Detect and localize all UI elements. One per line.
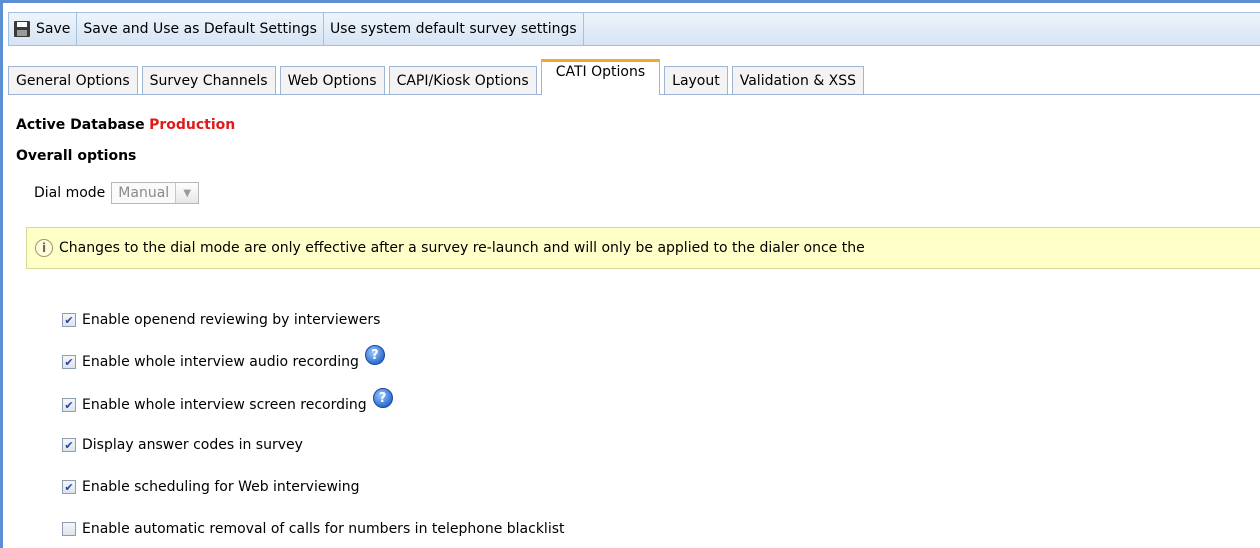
checkbox-web-scheduling[interactable]: ✔ (62, 480, 76, 494)
help-icon[interactable]: ? (372, 388, 393, 408)
save-label: Save (36, 21, 71, 37)
checkbox-openend-reviewing[interactable]: ✔ (62, 313, 76, 327)
option-label: Enable whole interview audio recording (82, 354, 359, 370)
option-label: Enable whole interview screen recording (82, 397, 367, 413)
option-display-answer-codes: ✔ Display answer codes in survey (62, 437, 303, 453)
notice-text: Changes to the dial mode are only effect… (59, 240, 865, 256)
dial-mode-notice: i Changes to the dial mode are only effe… (26, 227, 1260, 269)
use-system-default-button[interactable]: Use system default survey settings (324, 13, 584, 45)
option-audio-recording: ✔ Enable whole interview audio recording… (62, 345, 385, 370)
option-label: Enable openend reviewing by interviewers (82, 312, 381, 328)
save-as-default-button[interactable]: Save and Use as Default Settings (77, 13, 324, 45)
toolbar: Save Save and Use as Default Settings Us… (8, 12, 1260, 46)
dial-mode-row: Dial mode Manual ▼ (34, 182, 200, 204)
dial-mode-value: Manual (118, 185, 170, 201)
tab-web-options[interactable]: Web Options (279, 66, 385, 94)
tab-validation-xss[interactable]: Validation & XSS (731, 66, 865, 94)
tab-capi-kiosk-options[interactable]: CAPI/Kiosk Options (388, 66, 537, 94)
checkbox-display-answer-codes[interactable]: ✔ (62, 438, 76, 452)
tab-layout[interactable]: Layout (664, 66, 728, 94)
option-screen-recording: ✔ Enable whole interview screen recordin… (62, 388, 393, 413)
option-label: Enable scheduling for Web interviewing (82, 479, 360, 495)
option-web-scheduling: ✔ Enable scheduling for Web interviewing (62, 479, 360, 495)
active-database-line: Active Database Production (16, 117, 235, 133)
active-database-label: Active Database (16, 117, 145, 133)
dial-mode-select[interactable]: Manual ▼ (111, 182, 200, 204)
checkbox-blacklist-removal[interactable]: ✔ (62, 522, 76, 536)
tab-survey-channels[interactable]: Survey Channels (141, 66, 276, 94)
checkbox-screen-recording[interactable]: ✔ (62, 398, 76, 412)
option-label: Enable automatic removal of calls for nu… (82, 521, 565, 537)
tab-bar: General Options Survey Channels Web Opti… (8, 59, 1260, 95)
checkbox-audio-recording[interactable]: ✔ (62, 355, 76, 369)
tab-general-options[interactable]: General Options (8, 66, 138, 94)
option-label: Display answer codes in survey (82, 437, 303, 453)
dial-mode-label: Dial mode (34, 185, 106, 201)
option-blacklist-removal: ✔ Enable automatic removal of calls for … (62, 521, 565, 537)
info-icon: i (35, 239, 53, 257)
chevron-down-icon: ▼ (175, 183, 199, 203)
help-icon[interactable]: ? (364, 345, 385, 365)
tab-cati-options[interactable]: CATI Options (540, 59, 661, 95)
window-left-border (0, 0, 3, 548)
option-openend-reviewing: ✔ Enable openend reviewing by interviewe… (62, 312, 380, 328)
floppy-disk-icon (14, 21, 30, 37)
save-button[interactable]: Save (9, 13, 78, 45)
overall-options-heading: Overall options (16, 148, 137, 164)
window-top-border (0, 0, 1260, 3)
active-database-value: Production (149, 117, 236, 133)
